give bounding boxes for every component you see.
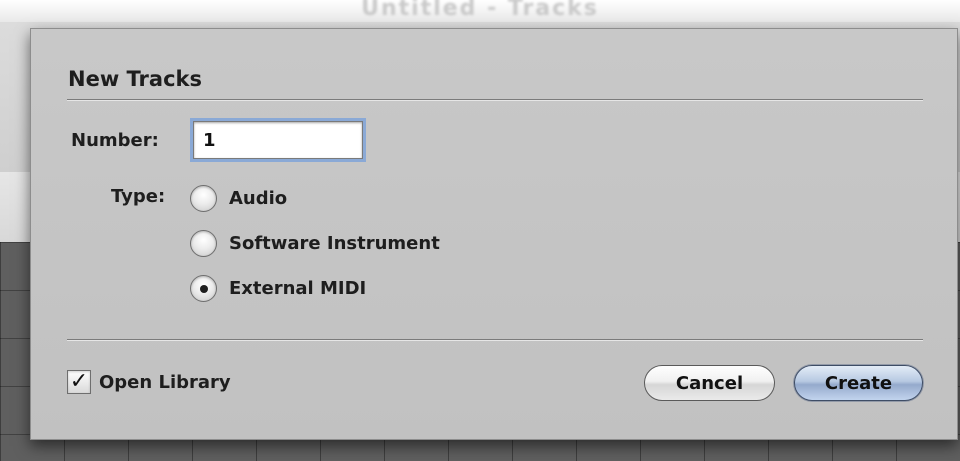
background-window-titlebar: Untitled - Tracks <box>0 0 960 22</box>
number-field[interactable] <box>193 121 363 159</box>
background-window-title: Untitled - Tracks <box>361 0 599 21</box>
radio-label-external-midi: External MIDI <box>229 277 367 299</box>
number-label: Number: <box>71 130 159 151</box>
dialog-title: New Tracks <box>68 67 202 91</box>
radio-option-audio[interactable]: Audio <box>190 183 287 213</box>
radio-option-software-instrument[interactable]: Software Instrument <box>190 228 440 258</box>
radio-button-audio[interactable] <box>190 184 217 212</box>
radio-label-software-instrument: Software Instrument <box>229 232 440 254</box>
open-library-option[interactable]: ✓ Open Library <box>67 367 231 397</box>
create-button[interactable]: Create <box>794 365 923 401</box>
radio-label-audio: Audio <box>229 187 288 209</box>
new-tracks-sheet: New Tracks Number: Type: Audio Software … <box>30 28 958 440</box>
radio-button-external-midi[interactable] <box>190 274 217 302</box>
cancel-button[interactable]: Cancel <box>644 365 775 401</box>
checkmark-icon: ✓ <box>69 369 89 394</box>
type-label: Type: <box>111 186 166 207</box>
divider-bottom <box>67 339 923 341</box>
radio-button-software-instrument[interactable] <box>190 229 217 257</box>
radio-option-external-midi[interactable]: External MIDI <box>190 273 366 303</box>
divider-top <box>67 99 923 101</box>
open-library-checkbox[interactable]: ✓ <box>67 370 91 394</box>
open-library-label: Open Library <box>99 371 231 393</box>
